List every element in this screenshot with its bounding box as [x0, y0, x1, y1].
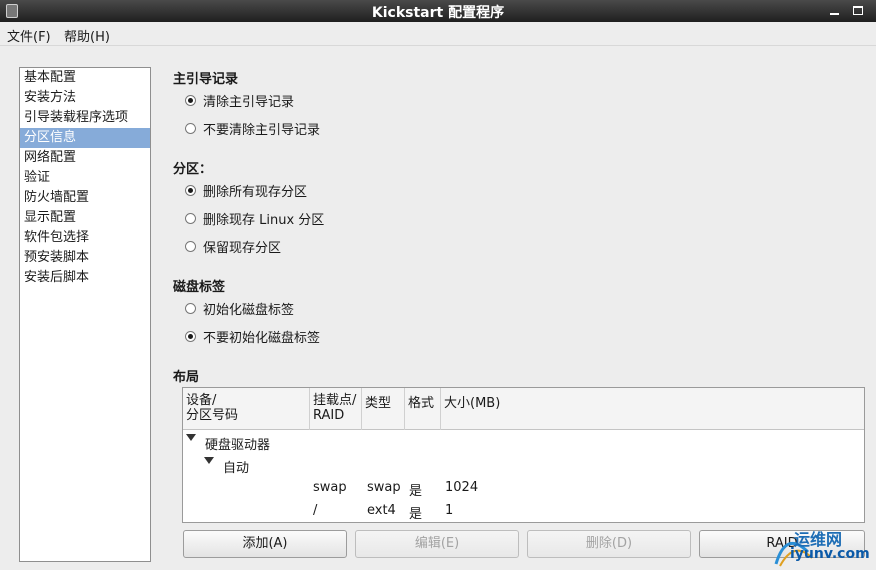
radio-clear-mbr[interactable]: 清除主引导记录 [185, 91, 295, 110]
radio-selected-icon [185, 184, 196, 196]
cell-mount: swap [313, 480, 347, 495]
radio-label: 删除现存 Linux 分区 [203, 212, 325, 228]
radio-label: 不要清除主引导记录 [203, 122, 321, 138]
watermark-url: iyunv.com [790, 546, 870, 562]
menu-file[interactable]: 文件(F) [7, 26, 51, 45]
table-row[interactable]: swap swap 是 1024 [183, 477, 864, 499]
radio-remove-all-partitions[interactable]: 删除所有现存分区 [185, 181, 308, 200]
sidebar-item-package-selection[interactable]: 软件包选择 [20, 228, 150, 248]
delete-button[interactable]: 删除(D) [527, 530, 691, 558]
layout-section-title: 布局 [173, 370, 200, 385]
radio-unselected-icon [185, 212, 196, 224]
column-header-type[interactable]: 类型 [362, 388, 405, 430]
cell-type: ext4 [367, 503, 396, 518]
radio-label: 清除主引导记录 [203, 94, 295, 110]
tree-label: 硬盘驱动器 [205, 438, 271, 453]
sidebar-item-network-config[interactable]: 网络配置 [20, 148, 150, 168]
radio-selected-icon [185, 94, 196, 106]
sidebar-item-pre-install-script[interactable]: 预安装脚本 [20, 248, 150, 268]
sidebar-item-partition-info[interactable]: 分区信息 [20, 128, 150, 148]
tree-label: 自动 [223, 461, 250, 476]
add-button[interactable]: 添加(A) [183, 530, 347, 558]
maximize-button[interactable] [850, 2, 866, 19]
sidebar-item-post-install-script[interactable]: 安装后脚本 [20, 268, 150, 288]
cell-type: swap [367, 480, 401, 495]
radio-label: 保留现存分区 [203, 240, 282, 256]
partition-table[interactable]: 设备/ 分区号码 挂载点/ RAID 类型 格式 大小(MB) 硬盘驱动器 自动… [182, 387, 865, 523]
menu-bar: 文件(F) 帮助(H) [0, 22, 876, 46]
column-header-mount[interactable]: 挂载点/ RAID [310, 388, 362, 430]
watermark-logo: 运维网 iyunv.com [772, 524, 876, 570]
tree-row-auto[interactable]: 自动 [183, 454, 864, 476]
sidebar-item-basic-config[interactable]: 基本配置 [20, 68, 150, 88]
radio-remove-linux-partitions[interactable]: 删除现存 Linux 分区 [185, 209, 325, 228]
sidebar-item-bootloader-options[interactable]: 引导装载程序选项 [20, 108, 150, 128]
column-header-format[interactable]: 格式 [405, 388, 441, 430]
table-row[interactable]: / ext4 是 1 [183, 500, 864, 522]
column-header-device[interactable]: 设备/ 分区号码 [183, 388, 310, 430]
sidebar-item-install-method[interactable]: 安装方法 [20, 88, 150, 108]
edit-button[interactable]: 编辑(E) [355, 530, 519, 558]
sidebar-item-display-config[interactable]: 显示配置 [20, 208, 150, 228]
radio-no-init-disklabel[interactable]: 不要初始化磁盘标签 [185, 327, 321, 346]
minimize-button[interactable] [826, 2, 842, 19]
radio-selected-icon [185, 330, 196, 342]
sidebar-list: 基本配置 安装方法 引导装载程序选项 分区信息 网络配置 验证 防火墙配置 显示… [19, 67, 151, 562]
radio-unselected-icon [185, 302, 196, 314]
cell-size: 1024 [445, 480, 479, 495]
column-header-size[interactable]: 大小(MB) [441, 388, 864, 430]
cell-format: 是 [409, 507, 423, 522]
radio-init-disklabel[interactable]: 初始化磁盘标签 [185, 299, 295, 318]
radio-label: 不要初始化磁盘标签 [203, 330, 321, 346]
sidebar-item-firewall-config[interactable]: 防火墙配置 [20, 188, 150, 208]
partitions-section-title: 分区： [173, 162, 213, 177]
mbr-section-title: 主引导记录 [173, 72, 239, 87]
maximize-icon [853, 6, 863, 15]
radio-keep-mbr[interactable]: 不要清除主引导记录 [185, 119, 321, 138]
title-bar: Kickstart 配置程序 [0, 0, 876, 22]
cell-format: 是 [409, 484, 423, 499]
radio-unselected-icon [185, 240, 196, 252]
minimize-icon [829, 13, 839, 15]
radio-label: 删除所有现存分区 [203, 184, 308, 200]
sidebar-item-authentication[interactable]: 验证 [20, 168, 150, 188]
table-header: 设备/ 分区号码 挂载点/ RAID 类型 格式 大小(MB) [183, 388, 864, 430]
radio-unselected-icon [185, 122, 196, 134]
expander-down-icon[interactable] [186, 434, 196, 441]
radio-preserve-partitions[interactable]: 保留现存分区 [185, 237, 282, 256]
disklabel-section-title: 磁盘标签 [173, 280, 226, 295]
tree-row-hard-drives[interactable]: 硬盘驱动器 [183, 431, 864, 453]
menu-help[interactable]: 帮助(H) [64, 26, 110, 45]
window-title: Kickstart 配置程序 [371, 5, 505, 21]
expander-down-icon[interactable] [204, 457, 214, 464]
radio-label: 初始化磁盘标签 [203, 302, 295, 318]
cell-mount: / [313, 503, 318, 518]
cell-size: 1 [445, 503, 454, 518]
